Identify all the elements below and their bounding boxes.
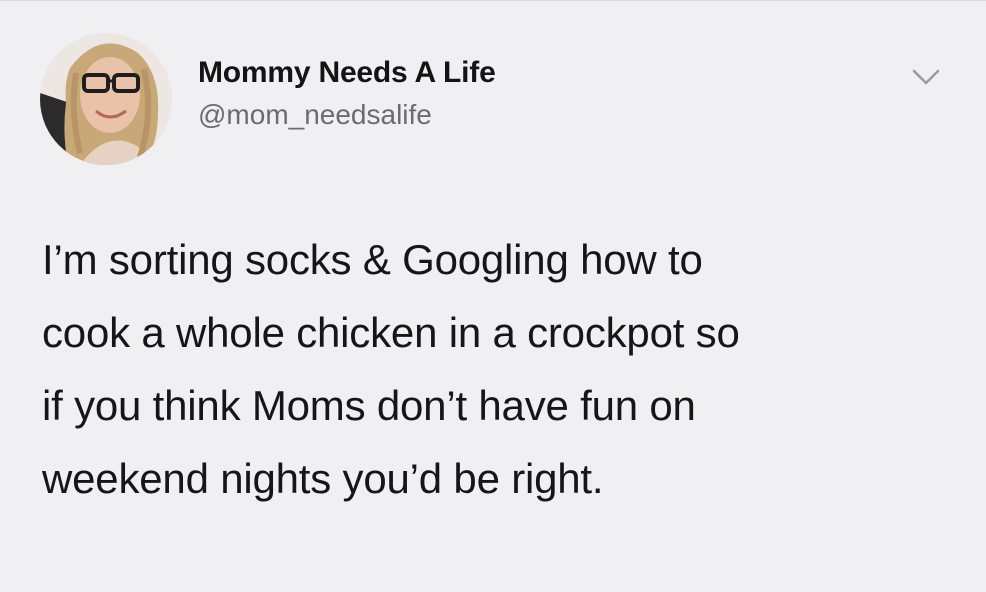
avatar[interactable] — [40, 33, 172, 165]
tweet-text-line: cook a whole chicken in a crockpot so — [42, 309, 740, 356]
chevron-down-icon[interactable] — [908, 63, 944, 91]
display-name[interactable]: Mommy Needs A Life — [198, 56, 496, 90]
tweet-text: I’m sorting socks & Googling how to cook… — [42, 223, 942, 515]
user-handle[interactable]: @mom_needsalife — [198, 99, 432, 131]
tweet-text-line: weekend nights you’d be right. — [42, 455, 604, 502]
tweet-text-line: I’m sorting socks & Googling how to — [42, 236, 703, 283]
tweet-card: Mommy Needs A Life @mom_needsalife I’m s… — [0, 0, 986, 592]
profile-photo-icon — [40, 33, 172, 165]
tweet-text-line: if you think Moms don’t have fun on — [42, 382, 696, 429]
